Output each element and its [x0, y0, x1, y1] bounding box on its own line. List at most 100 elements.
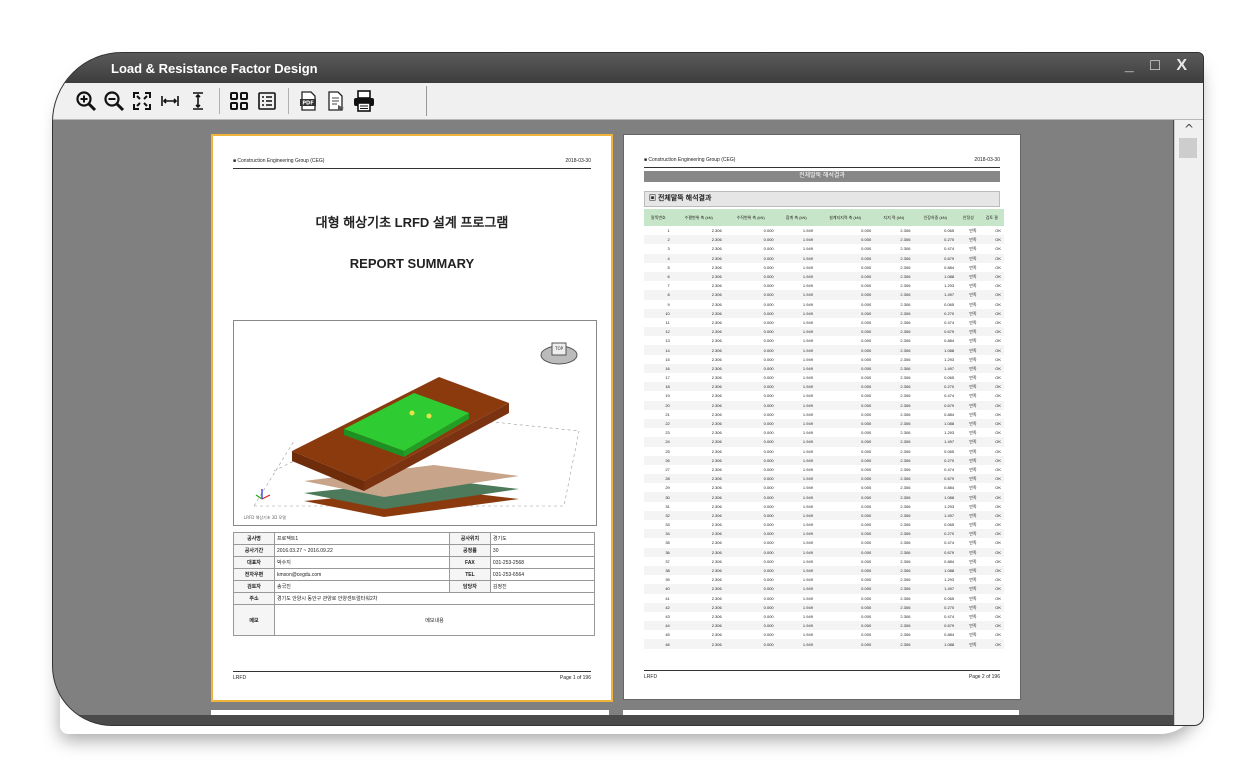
toolbar-separator	[288, 88, 289, 114]
thumbnails-button[interactable]	[226, 87, 252, 115]
scroll-thumb[interactable]	[1179, 138, 1197, 158]
table-cell: 1.949	[776, 253, 816, 263]
table-cell: 15	[665, 356, 670, 362]
title-bar[interactable]: Load & Resistance Factor Design _ □ X	[53, 53, 1203, 83]
table-cell: 0.000	[763, 338, 774, 344]
table-cell: 13	[665, 338, 670, 344]
table-cell: 1.497	[913, 510, 958, 520]
report-page-4[interactable]	[623, 710, 1019, 715]
close-button[interactable]: X	[1176, 57, 1193, 74]
value-period: 2016.03.27 ~ 2016.09.22	[274, 544, 450, 557]
scroll-up-icon[interactable]: ^	[1175, 122, 1203, 136]
table-cell: 0.000	[815, 639, 875, 649]
table-cell: OK	[995, 540, 1001, 546]
report-page-2[interactable]: ■ Construction Engineering Group (CEG) 2…	[623, 134, 1021, 700]
table-cell: 1.949	[802, 228, 813, 234]
fit-height-button[interactable]	[185, 87, 211, 115]
table-cell: 2.306	[672, 400, 725, 410]
table-cell: OK	[979, 382, 1004, 392]
table-cell: OK	[979, 308, 1004, 318]
minimize-button[interactable]: _	[1125, 57, 1140, 74]
table-cell: 0.270	[913, 455, 958, 465]
table-cell: 0.000	[861, 283, 872, 289]
table-cell: 2.306	[672, 290, 725, 300]
zoom-in-button[interactable]	[73, 87, 99, 115]
header-company: ■ Construction Engineering Group (CEG)	[233, 158, 325, 164]
page-header: ■ Construction Engineering Group (CEG) 2…	[644, 157, 1000, 168]
value-reviewer: 송국진	[274, 580, 450, 593]
table-cell: OK	[995, 264, 1001, 270]
pdf-export-button[interactable]: PDF	[295, 87, 321, 115]
report-subtitle: REPORT SUMMARY	[349, 256, 475, 271]
table-cell: 0.000	[763, 228, 774, 234]
report-page-3[interactable]	[211, 710, 609, 715]
table-row: 8 2.306 0.000 1.949 0.000 2.306 1.497 만족 OK	[644, 290, 1004, 300]
table-cell: 14	[644, 345, 673, 355]
vertical-scrollbar[interactable]: ^	[1174, 120, 1203, 725]
zoom-out-button[interactable]	[101, 87, 127, 115]
table-cell: 1.949	[776, 327, 816, 337]
table-cell: OK	[979, 363, 1004, 373]
value-location: 경기도	[489, 532, 596, 545]
label-count: 공정률	[448, 544, 491, 557]
table-cell: 2.306	[874, 382, 914, 392]
table-cell: 1.949	[776, 363, 816, 373]
table-cell: 2.306	[874, 400, 914, 410]
report-viewport[interactable]: ■ Construction Engineering Group (CEG) 2…	[53, 120, 1173, 715]
table-cell: 32	[644, 510, 673, 520]
table-cell: OK	[995, 411, 1001, 417]
table-cell: 0.000	[724, 345, 777, 355]
fit-width-button[interactable]	[157, 87, 183, 115]
table-cell: 2.306	[874, 492, 914, 502]
table-cell: 2.306	[900, 264, 911, 270]
export-button[interactable]	[323, 87, 349, 115]
table-cell: 0.000	[763, 375, 774, 381]
table-cell: 2.306	[672, 474, 725, 484]
table-cell: 39	[665, 577, 670, 583]
table-cell: 만족	[969, 375, 977, 381]
table-cell: 0.884	[944, 632, 955, 638]
table-cell: 0.000	[724, 418, 777, 429]
table-cell: 23	[665, 430, 670, 436]
table-cell: 0.000	[815, 437, 875, 447]
outline-button[interactable]	[254, 87, 280, 115]
label-email: 전자우편	[233, 568, 275, 581]
table-cell: 1.949	[802, 613, 813, 619]
table-cell: 0.000	[724, 602, 777, 612]
table-cell: 0.000	[724, 529, 777, 539]
table-cell: 만족	[969, 503, 977, 509]
table-cell: 1.949	[802, 595, 813, 601]
table-row: 45 2.306 0.000 1.949 0.000 2.306 0.884 만족 OK	[644, 630, 1004, 639]
table-cell: 2.306	[672, 492, 725, 502]
table-cell: 0.000	[861, 356, 872, 362]
table-cell: 0.270	[913, 602, 958, 612]
table-row: 40 2.306 0.000 1.949 0.000 2.306 1.497 만족 OK	[644, 584, 1004, 594]
print-button[interactable]	[351, 87, 377, 115]
results-banner: 전체말뚝 해석결과	[644, 171, 1000, 182]
table-cell: 10	[644, 308, 673, 318]
table-cell: 0.000	[815, 290, 875, 300]
table-cell: OK	[979, 327, 1004, 337]
3d-model-view[interactable]: TOP LRFD 해상기초 3D 모델	[233, 320, 597, 526]
table-cell: 1.949	[802, 264, 813, 270]
report-page-1[interactable]: ■ Construction Engineering Group (CEG) 2…	[211, 134, 613, 702]
table-cell: 36	[644, 547, 673, 557]
fit-page-button[interactable]	[129, 87, 155, 115]
table-cell: 0.679	[913, 253, 958, 263]
table-cell: 26	[644, 455, 673, 465]
table-cell: 2.306	[874, 345, 914, 355]
maximize-button[interactable]: □	[1150, 57, 1166, 74]
table-cell: 0.884	[944, 338, 955, 344]
table-cell: 5	[667, 264, 670, 270]
table-cell: 2.306	[900, 338, 911, 344]
table-cell: 0.000	[763, 503, 774, 509]
value-count: 30	[489, 544, 596, 557]
table-cell: 만족	[957, 474, 980, 484]
table-cell: 1.949	[776, 639, 816, 649]
table-cell: 2.306	[672, 621, 725, 631]
table-cell: 6	[644, 271, 673, 282]
table-cell: 20	[644, 400, 673, 410]
table-cell: 0.000	[763, 264, 774, 270]
table-cell: 만족	[957, 400, 980, 410]
table-cell: 0.000	[861, 301, 872, 307]
